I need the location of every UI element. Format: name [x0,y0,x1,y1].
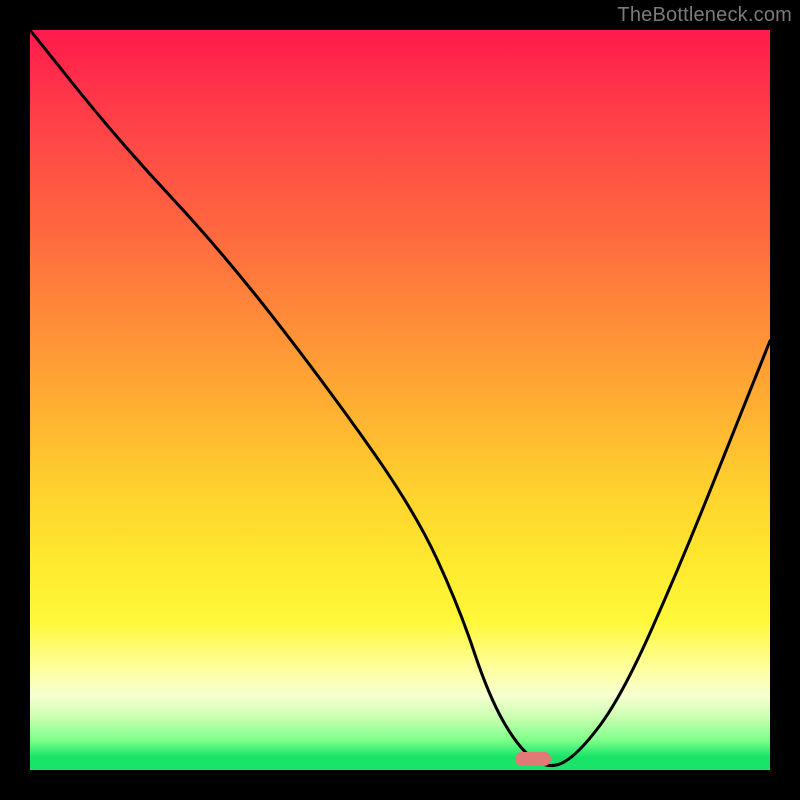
optimum-marker [515,752,551,766]
bottleneck-curve [30,30,770,770]
chart-frame: TheBottleneck.com [0,0,800,800]
watermark-text: TheBottleneck.com [617,4,792,27]
plot-area [30,30,770,770]
